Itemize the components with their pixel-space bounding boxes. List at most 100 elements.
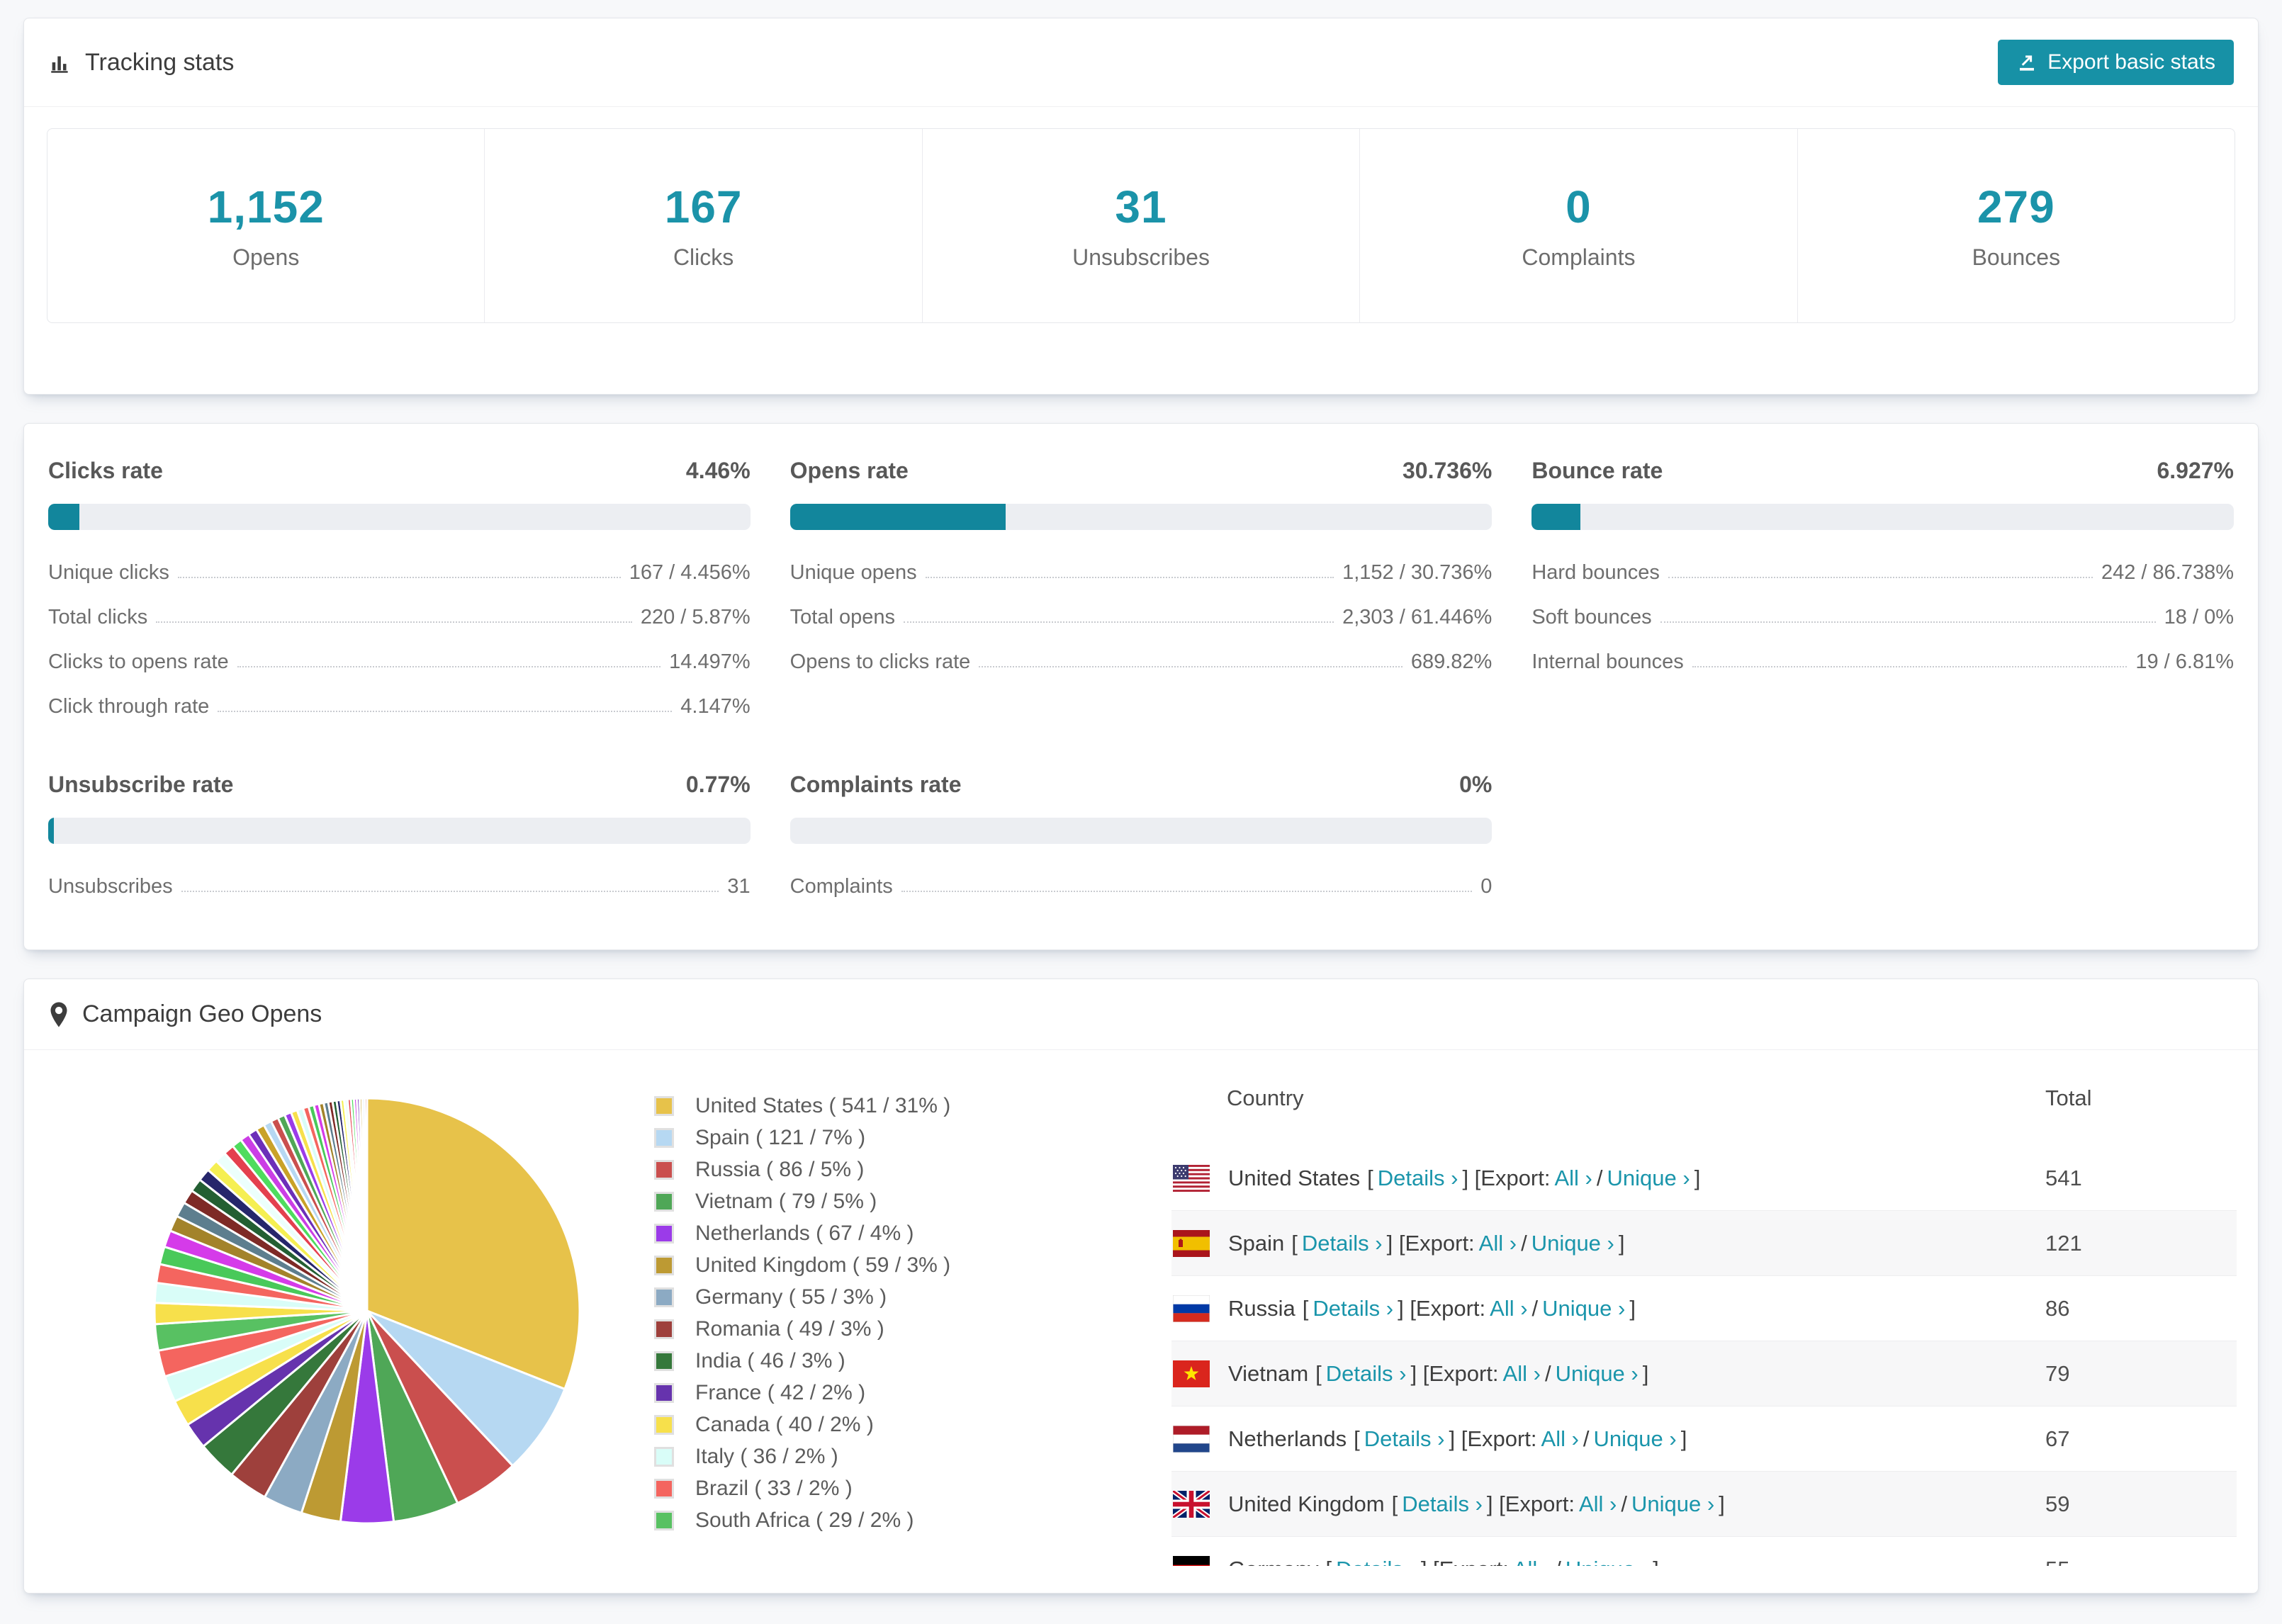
- rate-title: Unsubscribe rate: [48, 772, 234, 797]
- geo-legend: United States ( 541 / 31% ) Spain ( 121 /…: [654, 1050, 1150, 1593]
- legend-item-united-kingdom[interactable]: United Kingdom ( 59 / 3% ): [654, 1253, 1150, 1278]
- country-name: Russia: [1228, 1295, 1295, 1321]
- rate-title: Bounce rate: [1531, 458, 1663, 483]
- rate-row-value: 0: [1480, 875, 1493, 898]
- legend-item-germany[interactable]: Germany ( 55 / 3% ): [654, 1285, 1150, 1309]
- rate-row-unique-clicks: Unique clicks 167 / 4.456%: [48, 561, 751, 585]
- legend-swatch: [654, 1479, 674, 1499]
- table-row-vietnam: Vietnam[Details ›] [Export: All › / Unique …: [1171, 1341, 2237, 1406]
- details-link[interactable]: Details ›: [1336, 1557, 1417, 1567]
- geo-body: United States ( 541 / 31% ) Spain ( 121 /…: [24, 1050, 2258, 1593]
- rate-row-opens-to-clicks-rate: Opens to clicks rate 689.82%: [790, 650, 1493, 674]
- legend-label: Netherlands ( 67 / 4% ): [695, 1222, 914, 1245]
- stat-box-complaints: 0 Complaints: [1360, 129, 1798, 322]
- bracket: [: [1291, 1230, 1298, 1256]
- rate-row-value: 167 / 4.456%: [629, 561, 751, 584]
- stat-value: 1,152: [207, 181, 325, 232]
- legend-item-united-states[interactable]: United States ( 541 / 31% ): [654, 1094, 1150, 1118]
- geo-section-title: Campaign Geo Opens: [82, 1000, 322, 1027]
- details-link[interactable]: Details ›: [1313, 1296, 1393, 1321]
- export-unique-link[interactable]: Unique ›: [1542, 1296, 1625, 1321]
- table-row-united-states: United States[Details ›] [Export: All › / U…: [1171, 1146, 2237, 1211]
- rate-row-value: 689.82%: [1410, 650, 1493, 673]
- export-all-link[interactable]: All ›: [1513, 1557, 1551, 1567]
- details-link[interactable]: Details ›: [1326, 1361, 1407, 1387]
- page: Tracking stats Export basic stats 1,152 O…: [0, 0, 2282, 1611]
- geo-pie-area: [48, 1050, 622, 1593]
- country-name: Germany: [1228, 1557, 1318, 1567]
- export-unique-link[interactable]: Unique ›: [1566, 1557, 1648, 1567]
- slash: /: [1583, 1426, 1590, 1451]
- legend-swatch: [654, 1224, 674, 1244]
- rate-progress-fill: [48, 504, 80, 530]
- details-link[interactable]: Details ›: [1364, 1426, 1445, 1452]
- legend-item-romania[interactable]: Romania ( 49 / 3% ): [654, 1317, 1150, 1341]
- legend-item-south-africa[interactable]: South Africa ( 29 / 2% ): [654, 1509, 1150, 1533]
- rate-row-click-through-rate: Click through rate 4.147%: [48, 695, 751, 718]
- legend-label: Germany ( 55 / 3% ): [695, 1285, 887, 1309]
- legend-item-netherlands[interactable]: Netherlands ( 67 / 4% ): [654, 1222, 1150, 1246]
- total-value: 59: [2045, 1491, 2070, 1516]
- bracket-close: ]: [1719, 1491, 1725, 1516]
- export-unique-link[interactable]: Unique ›: [1531, 1231, 1614, 1256]
- export-all-link[interactable]: All ›: [1541, 1426, 1579, 1452]
- bracket-close: ]: [1629, 1295, 1636, 1321]
- bracket: [: [1315, 1360, 1322, 1386]
- legend-label: Russia ( 86 / 5% ): [695, 1158, 865, 1181]
- export-all-link[interactable]: All ›: [1490, 1296, 1527, 1321]
- export-unique-link[interactable]: Unique ›: [1594, 1426, 1677, 1452]
- legend-label: Romania ( 49 / 3% ): [695, 1317, 884, 1341]
- export-all-link[interactable]: All ›: [1579, 1492, 1617, 1517]
- legend-swatch: [654, 1351, 674, 1371]
- column-header-total: Total: [2045, 1085, 2092, 1110]
- rate-row-value: 242 / 86.738%: [2101, 561, 2234, 584]
- geo-table: Country Total United States[Details ›] [Ex…: [1171, 1050, 2237, 1566]
- details-link[interactable]: Details ›: [1402, 1492, 1483, 1517]
- rate-panel-opens-rate: Opens rate 30.736% Unique opens 1,152 / 30.…: [789, 458, 1493, 718]
- rate-value: 4.46%: [685, 458, 751, 483]
- legend-item-france[interactable]: France ( 42 / 2% ): [654, 1381, 1150, 1405]
- export-all-link[interactable]: All ›: [1554, 1166, 1592, 1191]
- legend-item-spain[interactable]: Spain ( 121 / 7% ): [654, 1126, 1150, 1150]
- dotted-leader: [901, 891, 1473, 892]
- total-value: 67: [2045, 1426, 2070, 1451]
- legend-label: United Kingdom ( 59 / 3% ): [695, 1253, 951, 1277]
- rate-row-label: Internal bounces: [1531, 650, 1684, 673]
- rate-panel-unsubscribe-rate: Unsubscribe rate 0.77% Unsubscribes 31: [48, 772, 751, 898]
- legend-item-italy[interactable]: Italy ( 36 / 2% ): [654, 1445, 1150, 1469]
- export-unique-link[interactable]: Unique ›: [1607, 1166, 1690, 1191]
- bracket-close: ]: [1653, 1557, 1659, 1567]
- flag-icon-us: [1173, 1164, 1210, 1192]
- rate-value: 0.77%: [685, 772, 751, 797]
- rate-row-value: 2,303 / 61.446%: [1342, 606, 1493, 628]
- legend-item-russia[interactable]: Russia ( 86 / 5% ): [654, 1158, 1150, 1182]
- export-all-link[interactable]: All ›: [1503, 1361, 1541, 1387]
- tracking-stats-title: Tracking stats: [48, 49, 234, 77]
- export-all-link[interactable]: All ›: [1479, 1231, 1517, 1256]
- export-unique-link[interactable]: Unique ›: [1556, 1361, 1639, 1387]
- rate-progress-fill: [789, 504, 1006, 530]
- legend-item-canada[interactable]: Canada ( 40 / 2% ): [654, 1413, 1150, 1437]
- legend-item-vietnam[interactable]: Vietnam ( 79 / 5% ): [654, 1190, 1150, 1214]
- rate-row-internal-bounces: Internal bounces 19 / 6.81%: [1531, 650, 2234, 674]
- page-title: Tracking stats: [85, 48, 235, 76]
- legend-swatch: [654, 1160, 674, 1180]
- export-unique-link[interactable]: Unique ›: [1631, 1492, 1714, 1517]
- details-link[interactable]: Details ›: [1378, 1166, 1458, 1191]
- flag-icon-ru: [1172, 1295, 1210, 1322]
- rate-row-total-clicks: Total clicks 220 / 5.87%: [48, 606, 751, 629]
- column-header-country: Country: [1227, 1085, 1304, 1110]
- country-name: Netherlands: [1228, 1426, 1347, 1451]
- export-basic-stats-button[interactable]: Export basic stats: [1998, 40, 2234, 85]
- legend-swatch: [654, 1319, 674, 1339]
- rate-head: Clicks rate 4.46%: [48, 458, 751, 484]
- rate-row-label: Total clicks: [48, 606, 148, 628]
- legend-item-india[interactable]: India ( 46 / 3% ): [654, 1349, 1150, 1373]
- country-cell: Vietnam[Details ›] [Export: All › / Unique …: [1171, 1360, 2045, 1387]
- legend-item-brazil[interactable]: Brazil ( 33 / 2% ): [654, 1477, 1150, 1501]
- legend-label: Spain ( 121 / 7% ): [695, 1126, 866, 1149]
- rate-row-label: Unique opens: [789, 561, 917, 584]
- table-row-russia: Russia [Details ›] [Export: All › / Unique ›…: [1171, 1276, 2237, 1341]
- rates-grid: Clicks rate 4.46% Unique clicks 167 / 4.456…: [24, 424, 2258, 949]
- details-link[interactable]: Details ›: [1302, 1231, 1383, 1256]
